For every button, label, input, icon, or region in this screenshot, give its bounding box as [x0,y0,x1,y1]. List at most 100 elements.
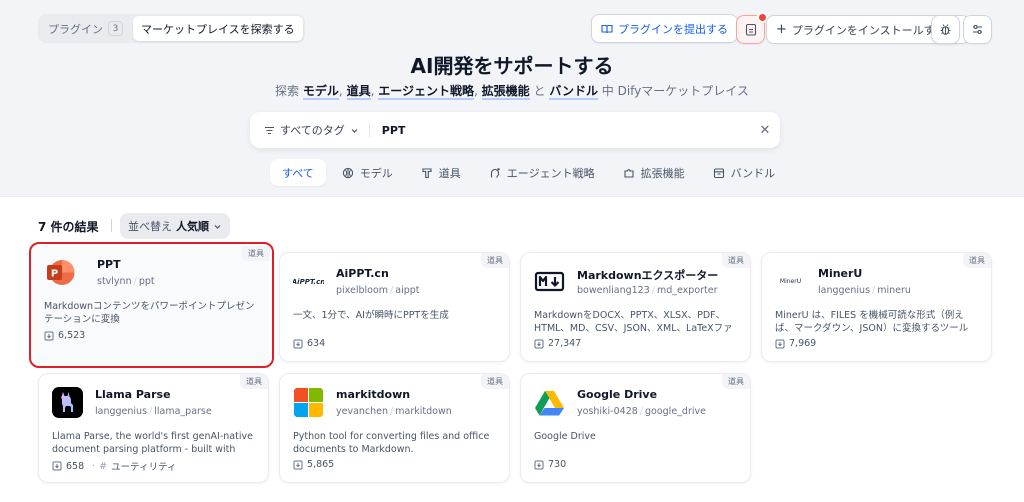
submit-plugin-button[interactable]: プラグインを提出する [591,14,738,43]
plugin-name: MinerU [818,267,863,280]
install-count-icon [44,331,54,340]
hash-icon: # [99,460,108,472]
plugin-org: yevanchen / markitdown [336,406,452,417]
plugin-type-badge: 道具 [481,253,509,268]
category-tab-model[interactable]: モデル [330,159,405,186]
plugin-type-badge: 道具 [240,374,268,389]
install-count: 6,523 [58,330,86,341]
plugin-org: stvlynn / ppt [97,276,155,287]
aippt-logo-text: AiPPT.cn [293,277,324,286]
plugin-name: AiPPT.cn [336,267,389,280]
debug-button[interactable] [931,15,960,44]
bundle-icon [713,167,724,178]
plugin-slug: md_exporter [656,285,718,296]
plugin-name: Google Drive [577,388,658,401]
chevron-down-icon [214,224,221,229]
category-tab-bundle[interactable]: バンドル [701,159,788,186]
tag-filter-label: すべてのタグ [280,124,345,137]
plugin-card-aippt[interactable]: 道具 AiPPT.cn AiPPT.cn pixelbloom / aippt 一文… [279,252,510,362]
install-count-icon [293,460,303,469]
plugin-description: Python tool for converting files and off… [293,431,490,455]
plugin-card-mineru[interactable]: 道具 MinerU MinerU langgenius / mineru Miner… [761,252,992,362]
microsoft-logo-icon [293,387,324,418]
plugin-card-ppt[interactable]: 道具 P PPT stvlynn / ppt Markdownコンテンツをパワーポイ… [29,242,274,368]
plugin-stats: 730 [534,459,566,470]
plugin-description: Markdownコンテンツをパワーポイントプレゼンテーションに変換 [44,301,255,325]
subtitle-comma: , [370,84,375,98]
plugin-card-md-exporter[interactable]: 道具 Markdownエクスポーター bowenliang123/md_expo… [520,252,751,362]
subtitle-comma: , [338,84,343,98]
plugin-org-name: stvlynn [97,276,132,287]
plugin-description: MinerU は、FILES を機械可読な形式（例えば、マークダウン、JSON）… [775,310,969,334]
ppt-logo-letter: P [51,269,58,280]
plugin-description: MarkdownをDOCX、PPTX、XLSX、PDF、HTML、MD、CSV、… [534,310,733,334]
plugin-org: bowenliang123/md_exporter [577,285,718,296]
submit-plugin-label: プラグインを提出する [618,22,728,36]
subtitle-bundle: バンドル [549,84,598,100]
slash-separator: / [651,285,655,296]
llama-logo-icon [52,387,83,418]
plugin-org: langgenius / mineru [818,285,911,296]
plugin-slug: mineru [877,285,911,296]
category-tab-extension[interactable]: 拡張機能 [611,159,697,186]
model-icon [342,167,353,178]
tag-separator-dot: · [92,460,96,472]
tab-marketplace-label: マーケットプレイスを探索する [141,22,295,36]
google-drive-logo-icon [534,387,565,418]
plugin-name: markitdown [336,388,411,401]
install-count: 5,865 [307,459,335,470]
install-count: 658 [66,460,85,472]
slash-separator: / [639,406,643,417]
install-count-icon [293,339,303,348]
search-input[interactable] [369,123,750,137]
plugin-slug: ppt [138,276,155,287]
plugin-type-badge: 道具 [481,374,509,389]
clear-search-icon[interactable]: ✕ [750,123,780,138]
install-count-icon [534,460,544,469]
plugin-description: Google Drive [534,431,596,442]
plugin-org-name: langgenius [818,285,871,296]
plugin-stats: 5,865 [293,459,334,470]
mineru-logo-icon: MinerU [775,266,806,297]
category-tabs: すべて モデル 道具 エージェント戦略 拡張機能 バンドル [270,159,787,186]
category-tab-all[interactable]: すべて [270,159,326,186]
plugin-slug: google_drive [645,406,706,417]
plugin-type-badge: 道具 [242,246,270,261]
filter-lines-icon [265,126,274,134]
plugin-stats: 27,347 [534,338,581,349]
plus-icon: + [776,22,787,37]
plugin-description: Llama Parse, the world's first genAI-nat… [52,431,253,455]
plugin-org-name: bowenliang123 [577,285,650,296]
task-status-button[interactable] [736,12,768,44]
plugin-org-name: pixelbloom [336,285,389,296]
sliders-icon [973,24,982,35]
install-plugin-label: プラグインをインストールする [791,23,946,37]
plugin-card-llama-parse[interactable]: 道具 Llama Parse langgenius / llama_parse Ll… [38,373,269,483]
tab-plugins[interactable]: プラグイン 3 [40,16,131,41]
plugin-org-name: langgenius [95,406,148,417]
slash-separator: / [149,406,153,417]
plugin-card-google-drive[interactable]: 道具 Google Drive yoshiki-0428/google_driv… [520,373,751,483]
subtitle-suffix: 中 Difyマーケットプレイス [601,84,749,98]
plugin-type-badge: 道具 [722,374,750,389]
plugin-card-markitdown[interactable]: 道具 markitdown yevanchen / markitdown Pytho… [279,373,510,483]
plugin-name: Markdownエクスポーター [577,269,719,282]
plugin-stats: 634 [293,338,325,349]
tab-marketplace[interactable]: マーケットプレイスを探索する [133,16,303,41]
subtitle-tool: 道具 [346,84,371,100]
category-label: モデル [359,166,393,180]
sort-dropdown[interactable]: 並べ替え 人気順 [120,213,230,239]
settings-button[interactable] [963,15,992,44]
book-open-icon [601,24,613,33]
category-tab-tool[interactable]: 道具 [409,159,473,186]
category-label: 拡張機能 [640,166,685,180]
extension-icon [624,168,634,178]
plugin-description: 一文、1分で、AIが瞬時にPPTを生成 [293,310,449,321]
category-tab-agent[interactable]: エージェント戦略 [477,159,607,186]
tag-filter-dropdown[interactable]: すべてのタグ [250,112,369,148]
mineru-logo-text: MinerU [779,278,802,285]
page-subtitle: 探索 モデル, 道具, エージェント戦略, 拡張機能 と バンドル 中 Dify… [0,82,1024,100]
tab-plugins-label: プラグイン [48,22,103,36]
chevron-down-icon [351,128,358,133]
slash-separator: / [872,285,876,296]
